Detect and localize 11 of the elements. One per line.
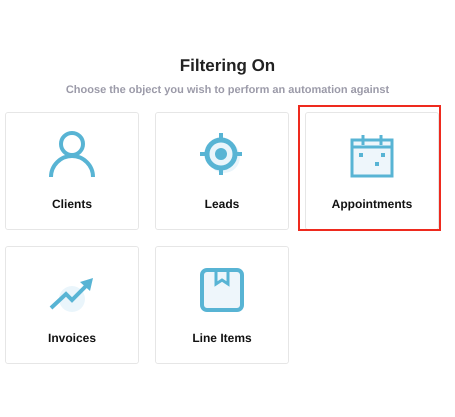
calendar-icon [349, 133, 395, 179]
object-card[interactable]: Clients [5, 112, 139, 230]
package-icon [199, 267, 245, 313]
object-card[interactable]: Leads [155, 112, 289, 230]
person-icon [48, 129, 96, 179]
object-card[interactable]: Invoices [5, 246, 139, 364]
trend-up-icon [48, 277, 96, 313]
page-subtitle: Choose the object you wish to perform an automation against [64, 84, 390, 96]
object-card[interactable]: Line Items [155, 246, 289, 364]
object-card[interactable]: Appointments [305, 112, 439, 230]
page-title: Filtering On [178, 56, 276, 76]
